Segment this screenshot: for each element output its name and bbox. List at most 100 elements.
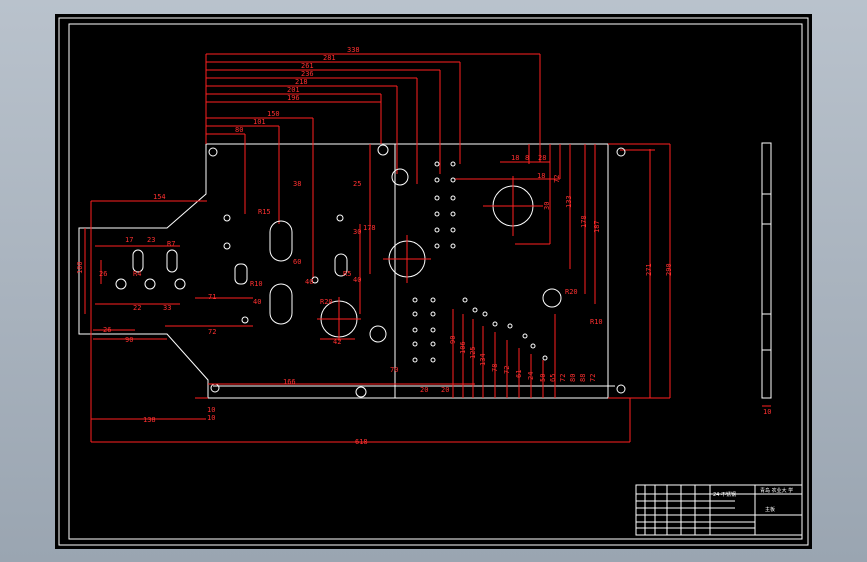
hole-circle bbox=[369, 325, 387, 343]
hole-small bbox=[241, 316, 249, 324]
ladder-label: 78 bbox=[491, 364, 499, 372]
dim-338: 338 bbox=[347, 46, 360, 54]
dim-166: 166 bbox=[283, 378, 296, 386]
dim-133: 133 bbox=[565, 195, 573, 208]
dim-r7: R7 bbox=[167, 240, 175, 248]
hole-circle bbox=[174, 278, 186, 290]
hole-small bbox=[430, 327, 436, 333]
hole-circle bbox=[616, 384, 626, 394]
dim-38: 38 bbox=[293, 180, 301, 188]
hole-small bbox=[430, 311, 436, 317]
hole-small bbox=[434, 177, 440, 183]
ladder-label: 61 bbox=[515, 370, 523, 378]
dim-r5: R5 bbox=[343, 270, 351, 278]
dim-17: 17 bbox=[125, 236, 133, 244]
dim-72: 72 bbox=[208, 328, 216, 336]
ladder-label: 72 bbox=[503, 366, 511, 374]
dim-80: 80 bbox=[235, 126, 243, 134]
hole-small bbox=[430, 357, 436, 363]
hole-small bbox=[450, 243, 456, 249]
dim-40: 40 bbox=[253, 298, 261, 306]
dim-218: 218 bbox=[295, 78, 308, 86]
ladder-label: 50 bbox=[539, 374, 547, 382]
dim-290: 290 bbox=[665, 263, 673, 276]
hole-small bbox=[450, 211, 456, 217]
cad-drawing: 338 281 261 236 218 201 196 150 101 80 1… bbox=[58, 17, 809, 546]
dim-40c: 40 bbox=[353, 276, 361, 284]
hole-small bbox=[434, 211, 440, 217]
hole-small bbox=[482, 311, 488, 317]
dim-261: 261 bbox=[301, 62, 314, 70]
company-name: 青岛 农业大 学 bbox=[760, 487, 793, 494]
dim-10b: 10 bbox=[207, 414, 215, 422]
hole-small bbox=[223, 242, 231, 250]
slot bbox=[269, 220, 293, 262]
dim-r10-right: R10 bbox=[590, 318, 603, 326]
ladder-label: 88 bbox=[579, 374, 587, 382]
ladder-label: 134 bbox=[479, 353, 487, 366]
vertical-ladder: 90 106 125 134 78 72 61 24 50 65 72 80 8… bbox=[449, 309, 597, 398]
dim-r4: R4 bbox=[133, 270, 141, 278]
slot bbox=[269, 283, 293, 325]
ladder-label: 65 bbox=[549, 374, 557, 382]
top-dimension-ladder: 338 281 261 236 218 201 196 150 101 80 bbox=[205, 46, 541, 279]
hole-circle bbox=[377, 144, 389, 156]
dim-178: 178 bbox=[363, 224, 376, 232]
dim-r10: R10 bbox=[250, 280, 263, 288]
slot bbox=[132, 249, 144, 273]
hole-circle bbox=[542, 288, 562, 308]
dim-40b: 40 bbox=[305, 278, 313, 286]
dim-20: 20 bbox=[420, 386, 428, 394]
hole-small bbox=[412, 311, 418, 317]
hole-small bbox=[492, 321, 498, 327]
dim-18b: 18 bbox=[537, 172, 545, 180]
dim-271: 271 bbox=[645, 263, 653, 276]
inner-frame bbox=[68, 23, 803, 540]
dim-23: 23 bbox=[147, 236, 155, 244]
dim-71: 71 bbox=[208, 293, 216, 301]
dim-101: 101 bbox=[253, 118, 266, 126]
hole-circle bbox=[210, 383, 220, 393]
dim-30: 30 bbox=[543, 202, 551, 210]
dim-201: 201 bbox=[287, 86, 300, 94]
hole-small bbox=[462, 297, 468, 303]
dim-618: 618 bbox=[355, 438, 368, 446]
hole-circle bbox=[616, 147, 626, 157]
dim-236: 236 bbox=[301, 70, 314, 78]
hole-small bbox=[430, 297, 436, 303]
dim-72: 72 bbox=[553, 175, 561, 183]
dim-178: 178 bbox=[580, 215, 588, 228]
hole-small bbox=[522, 333, 528, 339]
dim-26b: 26 bbox=[103, 326, 111, 334]
dim-28: 28 bbox=[538, 154, 546, 162]
hole-small bbox=[434, 195, 440, 201]
dim-90: 90 bbox=[125, 336, 133, 344]
hole-circle bbox=[115, 278, 127, 290]
hole-small bbox=[472, 307, 478, 313]
hole-small bbox=[542, 355, 548, 361]
dim-154: 154 bbox=[153, 193, 166, 201]
dim-10: 10 bbox=[207, 406, 215, 414]
ladder-label: 80 bbox=[569, 374, 577, 382]
dim-8: 8 bbox=[525, 154, 529, 162]
dim-70: 70 bbox=[390, 366, 398, 374]
slot bbox=[234, 263, 248, 285]
part-name: 主板 bbox=[765, 506, 775, 513]
hole-small bbox=[450, 161, 456, 167]
dim-281: 281 bbox=[323, 54, 336, 62]
hole-small bbox=[412, 297, 418, 303]
outer-frame bbox=[58, 17, 809, 546]
dim-r15: R15 bbox=[258, 208, 271, 216]
hole-circle bbox=[144, 278, 156, 290]
dim-18: 18 bbox=[511, 154, 519, 162]
slot bbox=[166, 249, 178, 273]
ladder-label: 72 bbox=[589, 374, 597, 382]
drawing-name: 24 不锈钢 bbox=[713, 491, 736, 498]
hole-small bbox=[434, 243, 440, 249]
dim-150: 150 bbox=[267, 110, 280, 118]
hole-small bbox=[450, 177, 456, 183]
dim-100: 100 bbox=[76, 261, 84, 274]
dim-30: 30 bbox=[353, 228, 361, 236]
side-view-dim: 10 bbox=[763, 408, 771, 416]
dim-26: 26 bbox=[99, 270, 107, 278]
